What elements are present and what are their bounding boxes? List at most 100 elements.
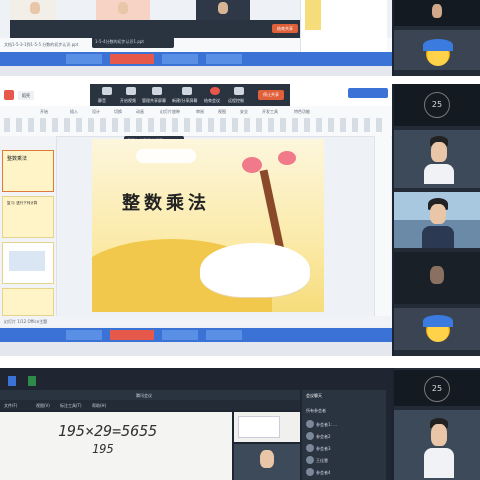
heart-shape-2	[278, 151, 296, 165]
slide-thumb-3[interactable]	[2, 242, 54, 284]
bottom-video-thumb-1[interactable]	[234, 412, 300, 442]
slide-thumb-4[interactable]	[2, 288, 54, 316]
child-face	[431, 142, 447, 162]
end-meeting-icon[interactable]	[210, 87, 220, 95]
taskbar-app-red[interactable]	[110, 54, 154, 64]
avatar-emoji-icon	[423, 39, 453, 66]
polar-bear	[200, 243, 310, 297]
menu-file[interactable]: 文件(F)	[4, 403, 17, 409]
participant-tile-4[interactable]	[394, 252, 480, 304]
taskbar-app-3[interactable]	[206, 54, 242, 64]
participant-tile-5[interactable]	[394, 308, 480, 350]
avatar	[306, 468, 314, 476]
participant-tile-1[interactable]: 25	[394, 84, 480, 126]
top-participant-column	[394, 0, 480, 76]
middle-participant-column: 25	[394, 84, 480, 356]
child-face	[260, 450, 274, 468]
toolbar-remote[interactable]: 远程控制	[228, 98, 244, 104]
heart-shape-1	[242, 157, 262, 173]
slide-thumb-2[interactable]: 复习: 进行下列计算	[2, 196, 54, 238]
menu-annotate[interactable]: 标注工具(T)	[60, 403, 82, 409]
status-bar: 幻灯片 1/12 Office主题	[0, 316, 392, 326]
whiteboard[interactable]: 195×29=5655 195	[0, 412, 232, 480]
toolbar-manage-share[interactable]: 管理共享屏幕	[142, 98, 166, 104]
bottom-menubar: 文件(F) 视图(V) 标注工具(T) 帮助(H)	[0, 400, 300, 410]
slide-thumb-1[interactable]: 整数乘法	[2, 150, 54, 192]
cloud-shape	[136, 149, 196, 163]
bottom-participant-tile-1[interactable]: 25	[394, 370, 480, 406]
title-tab[interactable]: 稻壳	[18, 91, 34, 100]
ribbon-tab-animation[interactable]: 动画	[136, 109, 144, 115]
middle-panel: 稻壳 静音 开启视频 管理共享屏幕 新建/分享屏幕 结束会议 远程控制 停止共享…	[0, 84, 480, 356]
taskbar-app-3[interactable]	[206, 330, 242, 340]
ribbon-tab-slideshow[interactable]: 幻灯片放映	[160, 109, 180, 115]
taskbar-app-2[interactable]	[162, 330, 198, 340]
participant-tile-3[interactable]	[394, 192, 480, 248]
top-participant-tile-2[interactable]	[394, 30, 480, 70]
chat-row[interactable]: 参会者1: ...	[306, 420, 337, 428]
toolbar-video[interactable]: 开启视频	[120, 98, 136, 104]
top-video-thumb-2[interactable]	[96, 0, 150, 22]
ribbon-tab-insert[interactable]: 插入	[70, 109, 78, 115]
ribbon-tab-review[interactable]: 审阅	[196, 109, 204, 115]
ribbon-tab-security[interactable]: 安全	[240, 109, 248, 115]
taskbar-app-1[interactable]	[66, 54, 102, 64]
toolbar-new-share[interactable]: 新建/分享屏幕	[172, 98, 197, 104]
taskbar-app-2[interactable]	[162, 54, 198, 64]
child-face	[30, 2, 40, 14]
ribbon-tab-start[interactable]: 开始	[40, 109, 48, 115]
separator-1	[0, 76, 480, 84]
bottom-panel: 腾讯会议 文件(F) 视图(V) 标注工具(T) 帮助(H) 195×29=56…	[0, 368, 480, 480]
handwriting-line-1: 195×29=5655	[58, 422, 158, 440]
menu-help[interactable]: 帮助(H)	[92, 403, 106, 409]
taskbar-app-red[interactable]	[110, 330, 154, 340]
top-video-thumb-1[interactable]	[10, 0, 56, 22]
slide-title: 整数乘法	[122, 193, 210, 214]
top-participant-tile-1[interactable]	[394, 0, 480, 26]
child-shirt	[422, 226, 454, 248]
ribbon-tab-view[interactable]: 视图	[218, 109, 226, 115]
top-tab-1[interactable]: 文档1-5-3-1到1-5-5 分数的初步认识.ppt	[4, 42, 78, 48]
stop-share-button[interactable]: 停止共享	[258, 90, 284, 100]
manage-share-icon[interactable]	[152, 87, 162, 95]
new-share-icon[interactable]	[182, 87, 192, 95]
participant-tile-2[interactable]	[394, 130, 480, 188]
bottom-participant-tile-2[interactable]	[394, 410, 480, 480]
toolbar-mute[interactable]: 静音	[98, 98, 106, 104]
chat-row[interactable]: 参会者2	[306, 432, 331, 440]
child-face	[118, 2, 128, 14]
ppt-ribbon: 开始 插入 设计 切换 动画 幻灯片放映 审阅 视图 安全 开发工具 特色功能	[0, 106, 392, 137]
ribbon-tab-features[interactable]: 特色功能	[294, 109, 310, 115]
thumb-content	[9, 251, 45, 271]
toolbar-end-meeting[interactable]: 结束会议	[204, 98, 220, 104]
ribbon-tab-design[interactable]: 设计	[92, 109, 100, 115]
taskbar-app-1[interactable]	[66, 330, 102, 340]
avatar	[306, 432, 314, 440]
bottom-title-bar: 腾讯会议	[0, 390, 300, 400]
right-tool-strip	[374, 136, 391, 316]
main-slide[interactable]: 整数乘法	[92, 139, 324, 312]
ribbon-tab-switch[interactable]: 切换	[114, 109, 122, 115]
ribbon-tab-dev[interactable]: 开发工具	[262, 109, 278, 115]
mic-icon[interactable]	[102, 87, 112, 95]
remote-control-icon[interactable]	[234, 87, 244, 95]
middle-taskbar	[0, 328, 392, 342]
word-doc-icon[interactable]	[8, 376, 16, 386]
menu-view[interactable]: 视图(V)	[36, 403, 50, 409]
top-video-thumb-3[interactable]	[196, 0, 250, 22]
slide-thumbnail-panel: 整数乘法 复习: 进行下列计算	[0, 136, 57, 316]
whiteboard-mini	[238, 416, 280, 438]
window-controls	[348, 88, 388, 98]
top-taskbar	[0, 52, 392, 66]
chat-row[interactable]: 参会者4	[306, 468, 331, 476]
avatar	[306, 420, 314, 428]
bottom-video-thumb-2[interactable]	[234, 444, 300, 480]
excel-doc-icon[interactable]	[28, 376, 36, 386]
child-face	[432, 4, 442, 18]
camera-icon[interactable]	[126, 87, 136, 95]
chat-row[interactable]: 参会者3	[306, 444, 331, 452]
middle-app-window: 稻壳 静音 开启视频 管理共享屏幕 新建/分享屏幕 结束会议 远程控制 停止共享…	[0, 84, 392, 356]
top-end-share-button[interactable]: 结束共享	[272, 24, 298, 33]
chat-row[interactable]: 所有参会者	[306, 408, 326, 414]
chat-row[interactable]: 王佳慧	[306, 456, 328, 464]
